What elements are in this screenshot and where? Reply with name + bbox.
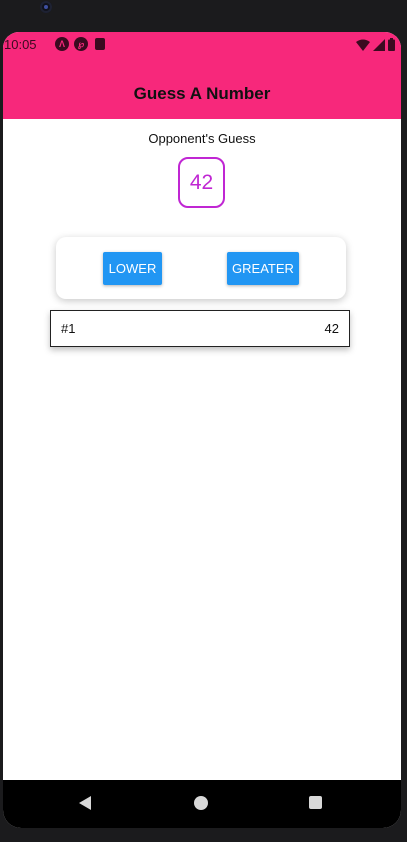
wifi-icon — [356, 39, 370, 51]
cell-signal-icon — [373, 39, 385, 51]
screen: 10:05 Λ ℘ Guess A Number Opponent's Gues… — [3, 32, 401, 828]
device-frame: 10:05 Λ ℘ Guess A Number Opponent's Gues… — [0, 0, 407, 842]
back-icon[interactable] — [79, 796, 91, 810]
battery-icon — [388, 38, 395, 51]
expo-icon: ℘ — [74, 37, 88, 51]
status-bar: 10:05 Λ ℘ — [3, 32, 401, 58]
camera-icon — [40, 1, 52, 13]
guess-number: 42 — [189, 170, 214, 194]
list-item: #1 42 — [50, 310, 350, 347]
guess-number-container: 42 — [178, 157, 225, 208]
greater-button[interactable]: GREATER — [227, 252, 299, 285]
status-time: 10:05 — [4, 37, 37, 52]
status-icons-left: Λ ℘ — [55, 37, 105, 51]
home-icon[interactable] — [194, 796, 208, 810]
recent-apps-icon[interactable] — [309, 796, 322, 809]
round-number: #1 — [61, 321, 76, 336]
sd-card-icon — [95, 38, 105, 50]
buttons-card: LOWER GREATER — [56, 237, 346, 299]
navigation-bar — [3, 780, 401, 828]
opponent-guess-label: Opponent's Guess — [148, 131, 256, 146]
page-title: Guess A Number — [133, 83, 271, 103]
app-header: Guess A Number — [3, 58, 401, 119]
lower-button[interactable]: LOWER — [103, 252, 162, 285]
status-icons-right — [356, 38, 395, 51]
react-native-icon: Λ — [55, 37, 69, 51]
camera-bar — [0, 0, 407, 28]
round-guess: 42 — [324, 321, 339, 336]
